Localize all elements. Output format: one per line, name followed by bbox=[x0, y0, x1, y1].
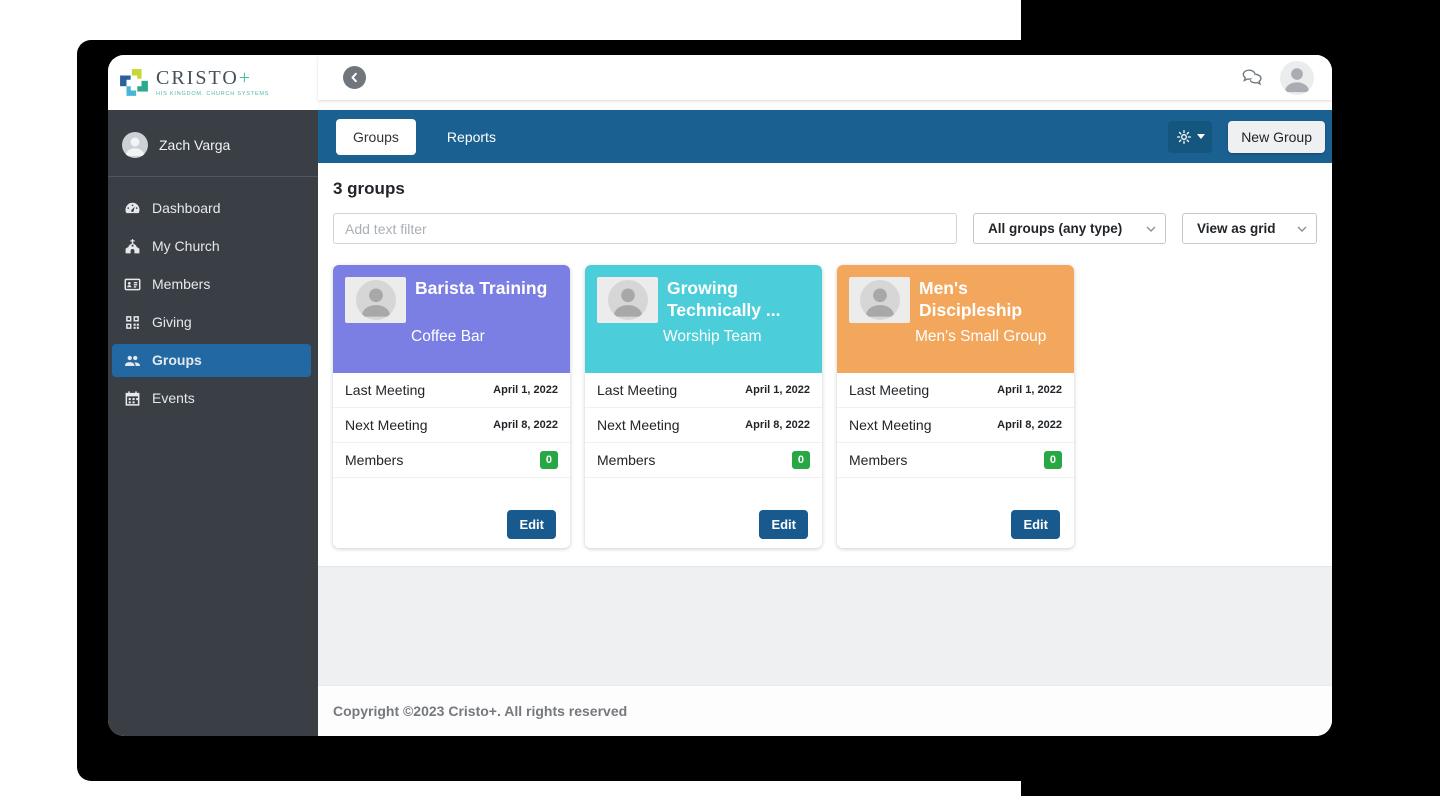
last-meeting-date: April 1, 2022 bbox=[997, 384, 1062, 396]
brand-tagline: HIS KINGDOM. CHURCH SYSTEMS bbox=[156, 91, 269, 97]
sidebar-item-giving[interactable]: Giving bbox=[112, 306, 311, 339]
qrcode-icon bbox=[124, 314, 141, 331]
brand-plus: + bbox=[239, 67, 252, 89]
topbar-gap bbox=[318, 100, 1332, 110]
group-type-select[interactable]: All groups (any type) bbox=[973, 213, 1166, 244]
group-title: Barista Training bbox=[415, 277, 547, 323]
chevron-left-icon bbox=[349, 72, 360, 83]
last-meeting-row: Last Meeting April 1, 2022 bbox=[837, 373, 1074, 408]
brand-logo-icon bbox=[119, 68, 149, 98]
dashboard-icon bbox=[124, 200, 141, 217]
group-card: Men's Discipleship Men's Small Group Las… bbox=[837, 265, 1074, 548]
sidebar-item-my-church[interactable]: My Church bbox=[112, 230, 311, 263]
tab-reports[interactable]: Reports bbox=[430, 119, 513, 155]
back-button[interactable] bbox=[343, 66, 366, 89]
members-count-badge: 0 bbox=[540, 451, 558, 469]
group-subtitle: Men's Small Group bbox=[915, 328, 1062, 346]
groups-content: 3 groups All groups (any type) View as g… bbox=[318, 163, 1332, 566]
chat-icon[interactable] bbox=[1241, 68, 1265, 87]
footer: Copyright ©2023 Cristo+. All rights rese… bbox=[318, 685, 1332, 736]
church-icon bbox=[124, 238, 141, 255]
black-backdrop-bottom-right bbox=[1021, 776, 1440, 796]
sidebar: CRISTO+ HIS KINGDOM. CHURCH SYSTEMS Zach… bbox=[108, 55, 318, 736]
profile-avatar[interactable] bbox=[1280, 61, 1314, 95]
last-meeting-row: Last Meeting April 1, 2022 bbox=[333, 373, 570, 408]
copyright-text: Copyright ©2023 Cristo+. All rights rese… bbox=[333, 703, 627, 719]
edit-group-button[interactable]: Edit bbox=[507, 510, 556, 539]
topbar bbox=[318, 55, 1332, 100]
members-count-badge: 0 bbox=[1044, 451, 1062, 469]
next-meeting-row: Next Meeting April 8, 2022 bbox=[333, 408, 570, 443]
person-icon bbox=[608, 280, 648, 320]
sidebar-divider bbox=[108, 176, 318, 177]
next-meeting-date: April 8, 2022 bbox=[997, 419, 1062, 431]
page-background bbox=[318, 566, 1332, 685]
section-nav: Groups Reports New Group bbox=[318, 110, 1332, 163]
main-area: Groups Reports New Group 3 groups bbox=[318, 55, 1332, 736]
id-card-icon bbox=[124, 276, 141, 293]
group-subtitle: Worship Team bbox=[663, 328, 810, 346]
group-card-header: Growing Technically ... Worship Team bbox=[585, 265, 822, 373]
sidebar-item-dashboard[interactable]: Dashboard bbox=[112, 192, 311, 225]
next-meeting-date: April 8, 2022 bbox=[493, 419, 558, 431]
tab-groups[interactable]: Groups bbox=[336, 119, 416, 155]
group-card-header: Barista Training Coffee Bar bbox=[333, 265, 570, 373]
members-row: Members 0 bbox=[585, 443, 822, 478]
caret-down-icon bbox=[1197, 134, 1205, 139]
user-name: Zach Varga bbox=[159, 137, 230, 153]
group-image-placeholder bbox=[849, 277, 910, 323]
gear-icon bbox=[1176, 129, 1192, 145]
group-image-placeholder bbox=[597, 277, 658, 323]
user-avatar-icon bbox=[122, 132, 148, 158]
next-meeting-date: April 8, 2022 bbox=[745, 419, 810, 431]
black-backdrop-top-right bbox=[1021, 0, 1440, 45]
filter-row: All groups (any type) View as grid bbox=[333, 213, 1317, 244]
person-icon bbox=[356, 280, 396, 320]
brand-logo[interactable]: CRISTO+ HIS KINGDOM. CHURCH SYSTEMS bbox=[108, 55, 318, 110]
person-icon bbox=[860, 280, 900, 320]
sidebar-menu: Dashboard My Church Members bbox=[108, 189, 318, 417]
last-meeting-date: April 1, 2022 bbox=[745, 384, 810, 396]
new-group-button[interactable]: New Group bbox=[1228, 121, 1325, 153]
brand-name: CRISTO+ bbox=[156, 68, 269, 88]
group-image-placeholder bbox=[345, 277, 406, 323]
chevron-down-icon bbox=[1297, 226, 1307, 232]
last-meeting-date: April 1, 2022 bbox=[493, 384, 558, 396]
app-window: CRISTO+ HIS KINGDOM. CHURCH SYSTEMS Zach… bbox=[108, 55, 1332, 736]
calendar-icon bbox=[124, 390, 141, 407]
next-meeting-row: Next Meeting April 8, 2022 bbox=[837, 408, 1074, 443]
sidebar-item-groups[interactable]: Groups bbox=[112, 344, 311, 377]
edit-group-button[interactable]: Edit bbox=[759, 510, 808, 539]
screenshot-canvas: CRISTO+ HIS KINGDOM. CHURCH SYSTEMS Zach… bbox=[0, 0, 1440, 796]
members-count-badge: 0 bbox=[792, 451, 810, 469]
groups-count-heading: 3 groups bbox=[333, 179, 1317, 199]
sidebar-item-events[interactable]: Events bbox=[112, 382, 311, 415]
group-title: Men's Discipleship bbox=[919, 277, 1062, 323]
users-icon bbox=[124, 352, 141, 369]
view-mode-select[interactable]: View as grid bbox=[1182, 213, 1317, 244]
group-card-header: Men's Discipleship Men's Small Group bbox=[837, 265, 1074, 373]
group-card: Growing Technically ... Worship Team Las… bbox=[585, 265, 822, 548]
members-row: Members 0 bbox=[837, 443, 1074, 478]
group-title: Growing Technically ... bbox=[667, 277, 810, 323]
group-cards: Barista Training Coffee Bar Last Meeting… bbox=[333, 265, 1317, 548]
edit-group-button[interactable]: Edit bbox=[1011, 510, 1060, 539]
settings-dropdown-button[interactable] bbox=[1168, 121, 1212, 153]
sidebar-user[interactable]: Zach Varga bbox=[108, 110, 318, 173]
group-subtitle: Coffee Bar bbox=[411, 328, 558, 346]
chevron-down-icon bbox=[1146, 226, 1156, 232]
members-row: Members 0 bbox=[333, 443, 570, 478]
last-meeting-row: Last Meeting April 1, 2022 bbox=[585, 373, 822, 408]
group-card: Barista Training Coffee Bar Last Meeting… bbox=[333, 265, 570, 548]
text-filter-input[interactable] bbox=[333, 213, 957, 244]
next-meeting-row: Next Meeting April 8, 2022 bbox=[585, 408, 822, 443]
sidebar-item-members[interactable]: Members bbox=[112, 268, 311, 301]
